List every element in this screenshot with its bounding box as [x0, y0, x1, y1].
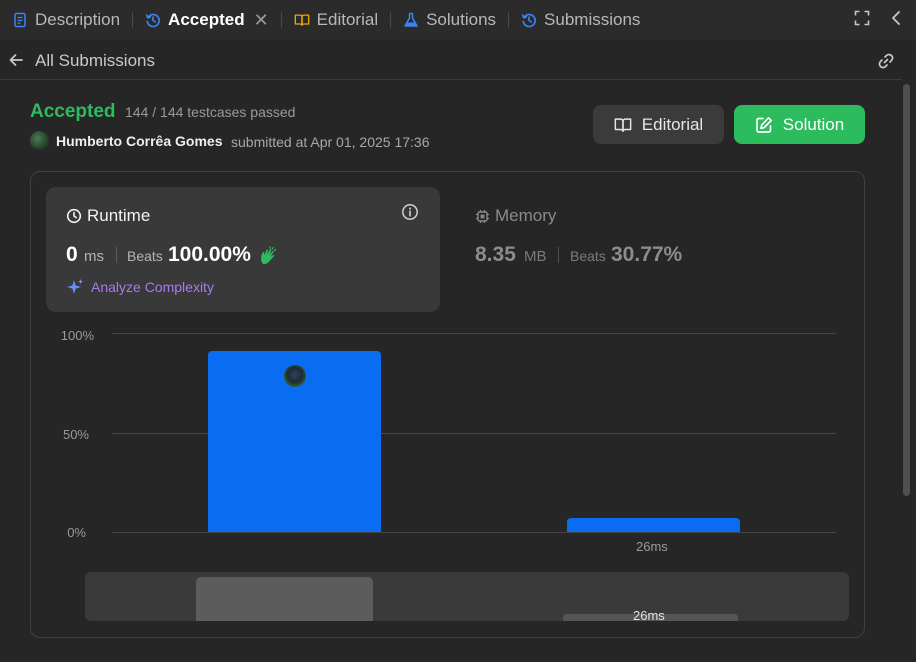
memory-title-label: Memory [495, 206, 557, 225]
tab-label: Accepted [168, 10, 245, 29]
edit-icon [755, 116, 773, 134]
axis-baseline [112, 532, 836, 533]
divider [558, 247, 559, 263]
collapse-chevron-icon[interactable] [890, 10, 902, 31]
memory-beats-label: Beats [570, 248, 606, 264]
tab-accepted[interactable]: Accepted ✕ [145, 0, 269, 40]
runtime-unit: ms [84, 248, 104, 265]
book-icon [614, 116, 632, 134]
memory-beats-percent: 30.77% [611, 243, 683, 266]
divider [116, 247, 117, 263]
solution-button[interactable]: Solution [734, 105, 865, 144]
runtime-title-label: Runtime [87, 206, 151, 225]
memory-value: 8.35 [475, 243, 516, 266]
chip-icon [475, 209, 490, 224]
all-submissions-link[interactable]: All Submissions [35, 51, 155, 71]
flask-icon [403, 12, 419, 28]
chart-bar[interactable] [567, 518, 740, 532]
tab-label: Description [35, 10, 121, 29]
arrow-left-icon[interactable] [8, 52, 24, 68]
runtime-value: 0 [66, 243, 78, 266]
fullscreen-icon[interactable] [854, 10, 870, 31]
runtime-beats-percent: 100.00% [168, 243, 251, 266]
editorial-button-label: Editorial [641, 114, 704, 134]
sparkle-icon [66, 278, 84, 296]
tab-label: Submissions [544, 10, 641, 29]
runtime-title: Runtime [66, 206, 150, 226]
testcases-passed: 144 / 144 testcases passed [125, 104, 296, 120]
scrollbar-thumb[interactable] [903, 84, 910, 496]
avatar[interactable] [30, 131, 49, 150]
clock-icon [66, 208, 82, 224]
close-icon[interactable]: ✕ [254, 10, 269, 31]
description-icon [12, 12, 28, 28]
x-tick-label: 26ms [636, 539, 668, 554]
range-selector-handle[interactable] [196, 577, 373, 621]
tab-editorial[interactable]: Editorial [294, 0, 378, 40]
memory-unit: MB [524, 248, 547, 265]
user-avatar-marker [282, 363, 308, 389]
memory-tab[interactable]: Memory [475, 206, 556, 226]
solution-button-label: Solution [782, 114, 845, 134]
tab-separator [280, 12, 282, 28]
history-icon [145, 12, 161, 28]
runtime-beats-label: Beats [127, 248, 163, 264]
submission-status: Accepted [30, 101, 116, 122]
info-icon[interactable] [401, 203, 419, 221]
tab-description[interactable]: Description [12, 0, 120, 40]
y-tick-label: 50% [62, 427, 89, 442]
tab-label: Solutions [426, 10, 497, 29]
tab-actions [854, 0, 902, 40]
minimap-label: 26ms [633, 608, 665, 623]
tab-label: Editorial [316, 10, 379, 29]
tab-bar: Description Accepted ✕ Editorial Solutio… [0, 0, 916, 40]
y-tick-label: 0% [67, 525, 86, 540]
submitted-at: submitted at Apr 01, 2025 17:36 [231, 134, 430, 150]
analyze-complexity-label: Analyze Complexity [91, 279, 214, 295]
analyze-complexity-link[interactable]: Analyze Complexity [66, 278, 214, 296]
tab-separator [508, 12, 510, 28]
tab-submissions[interactable]: Submissions [521, 0, 640, 40]
gridline [112, 333, 836, 334]
y-tick-label: 100% [60, 328, 94, 343]
editorial-button[interactable]: Editorial [593, 105, 724, 144]
book-icon [294, 12, 310, 28]
tab-separator [390, 12, 392, 28]
history-icon [521, 12, 537, 28]
tab-solutions[interactable]: Solutions [403, 0, 496, 40]
author-name[interactable]: Humberto Corrêa Gomes [56, 133, 222, 149]
tab-separator [132, 12, 134, 28]
link-icon[interactable] [876, 51, 896, 71]
back-bar: All Submissions [0, 40, 902, 80]
clap-icon [258, 246, 278, 266]
